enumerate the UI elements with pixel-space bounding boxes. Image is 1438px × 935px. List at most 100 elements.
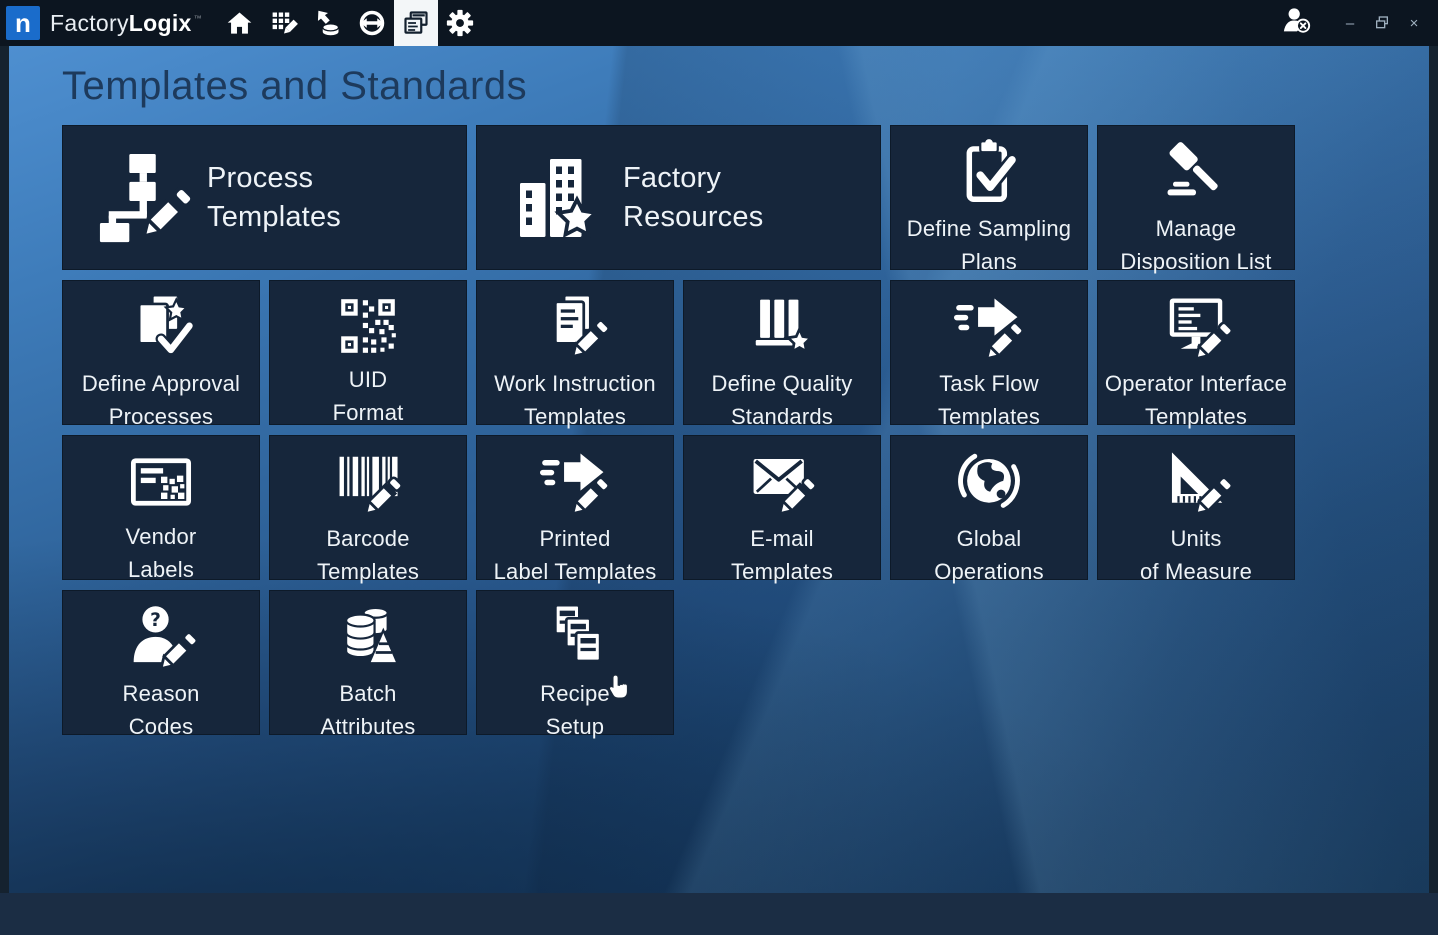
tile-label: Vendor xyxy=(126,520,197,553)
tile-label: Labels xyxy=(126,553,197,586)
nav-home[interactable] xyxy=(218,0,262,46)
gavel-icon xyxy=(1161,138,1231,208)
close-button[interactable]: × xyxy=(1402,11,1426,35)
tile-recipe-setup[interactable]: RecipeSetup xyxy=(476,590,674,735)
tile-label: Define Quality xyxy=(712,367,853,400)
tile-factory-resources[interactable]: FactoryResources xyxy=(476,125,881,270)
label-qr-icon xyxy=(127,448,195,516)
tile-label: Setup xyxy=(540,710,610,743)
tile-label: Define Sampling xyxy=(907,212,1071,245)
tile-vendor-labels[interactable]: VendorLabels xyxy=(62,435,260,580)
production-planning-icon xyxy=(270,9,298,37)
logo-letter: n xyxy=(15,10,31,36)
sync-transfer-icon xyxy=(358,9,386,37)
tile-label: Templates xyxy=(731,555,833,588)
tile-label: Disposition List xyxy=(1120,245,1271,278)
fast-arrow-pencil-icon xyxy=(954,293,1024,363)
monitor-pencil-icon xyxy=(1161,293,1231,363)
tile-label: Manage xyxy=(1120,212,1271,245)
envelope-pencil-icon xyxy=(747,448,817,518)
stacked-recipes-icon xyxy=(540,603,610,673)
tile-label: Units xyxy=(1140,522,1252,555)
tile-label: Templates xyxy=(494,400,656,433)
tile-printed-label-templates[interactable]: PrintedLabel Templates xyxy=(476,435,674,580)
settings-gear-icon xyxy=(446,9,474,37)
tile-label: Barcode xyxy=(317,522,419,555)
clipboard-check-icon xyxy=(954,138,1024,208)
tile-units-of-measure[interactable]: Unitsof Measure xyxy=(1097,435,1295,580)
tile-label: Templates xyxy=(938,400,1040,433)
tile-work-instruction-templates[interactable]: Work InstructionTemplates xyxy=(476,280,674,425)
books-star-icon xyxy=(747,293,817,363)
brand-light: Factory xyxy=(50,10,129,37)
tile-email-templates[interactable]: E-mailTemplates xyxy=(683,435,881,580)
nav-templates[interactable] xyxy=(394,0,438,46)
tile-label: Processes xyxy=(82,400,240,433)
tile-label: Task Flow xyxy=(938,367,1040,400)
tile-label: Codes xyxy=(122,710,199,743)
main-nav xyxy=(218,0,482,46)
nav-materials[interactable] xyxy=(306,0,350,46)
footer-bar xyxy=(0,893,1438,935)
tile-label: Label Templates xyxy=(494,555,657,588)
page-title: Templates and Standards xyxy=(62,64,1429,109)
materials-import-icon xyxy=(314,9,342,37)
tile-grid: ProcessTemplates FactoryResources Define… xyxy=(62,125,1295,735)
set-square-pencil-icon xyxy=(1161,448,1231,518)
tile-manage-disposition-list[interactable]: ManageDisposition List xyxy=(1097,125,1295,270)
tile-label: Define Approval xyxy=(82,367,240,400)
documents-approved-icon xyxy=(126,293,196,363)
tile-label: Operator Interface xyxy=(1105,367,1287,400)
user-status-button[interactable] xyxy=(1282,6,1312,41)
content-area: Templates and Standards ProcessTemplates… xyxy=(0,46,1438,893)
tile-label: Recipe xyxy=(540,677,610,710)
restore-button[interactable] xyxy=(1370,11,1394,35)
tile-label: Operations xyxy=(934,555,1044,588)
templates-icon xyxy=(402,9,430,37)
tile-label: Resources xyxy=(623,198,763,237)
tile-reason-codes[interactable]: ReasonCodes xyxy=(62,590,260,735)
barcode-pencil-icon xyxy=(333,448,403,518)
tile-define-sampling-plans[interactable]: Define SamplingPlans xyxy=(890,125,1088,270)
tile-label: Format xyxy=(333,396,404,429)
nav-settings[interactable] xyxy=(438,0,482,46)
minimize-button[interactable]: – xyxy=(1338,11,1362,35)
factory-star-icon xyxy=(511,150,607,246)
tile-label: UID xyxy=(333,363,404,396)
fast-arrow-pencil-icon xyxy=(540,448,610,518)
app-logo: n xyxy=(6,6,40,40)
home-icon xyxy=(226,10,253,37)
topbar-right: – × xyxy=(1282,6,1438,41)
brand-trademark: ™ xyxy=(194,14,202,23)
tile-define-quality-standards[interactable]: Define QualityStandards xyxy=(683,280,881,425)
tile-barcode-templates[interactable]: BarcodeTemplates xyxy=(269,435,467,580)
tile-label: Attributes xyxy=(321,710,416,743)
tile-task-flow-templates[interactable]: Task FlowTemplates xyxy=(890,280,1088,425)
tile-label: Factory xyxy=(623,159,763,198)
person-question-pencil-icon xyxy=(126,603,196,673)
restore-icon xyxy=(1374,15,1390,31)
tile-label: Templates xyxy=(207,198,341,237)
tile-label: Global xyxy=(934,522,1044,555)
nav-sync[interactable] xyxy=(350,0,394,46)
document-pencil-icon xyxy=(540,293,610,363)
nav-production-planning[interactable] xyxy=(262,0,306,46)
tile-uid-format[interactable]: UIDFormat xyxy=(269,280,467,425)
brand-name: FactoryLogix™ xyxy=(50,10,202,37)
tile-operator-interface-templates[interactable]: Operator InterfaceTemplates xyxy=(1097,280,1295,425)
tile-label: Templates xyxy=(317,555,419,588)
tile-label: of Measure xyxy=(1140,555,1252,588)
tile-process-templates[interactable]: ProcessTemplates xyxy=(62,125,467,270)
database-pyramid-icon xyxy=(333,603,403,673)
tile-label: Templates xyxy=(1105,400,1287,433)
tile-global-operations[interactable]: GlobalOperations xyxy=(890,435,1088,580)
tile-label: Process xyxy=(207,159,341,198)
tile-define-approval-processes[interactable]: Define ApprovalProcesses xyxy=(62,280,260,425)
tile-batch-attributes[interactable]: BatchAttributes xyxy=(269,590,467,735)
globe-icon xyxy=(954,448,1024,518)
tile-label: Printed xyxy=(494,522,657,555)
tile-label: Work Instruction xyxy=(494,367,656,400)
brand-bold: Logix xyxy=(129,10,192,37)
tile-label: Standards xyxy=(712,400,853,433)
qr-code-icon xyxy=(335,293,401,359)
